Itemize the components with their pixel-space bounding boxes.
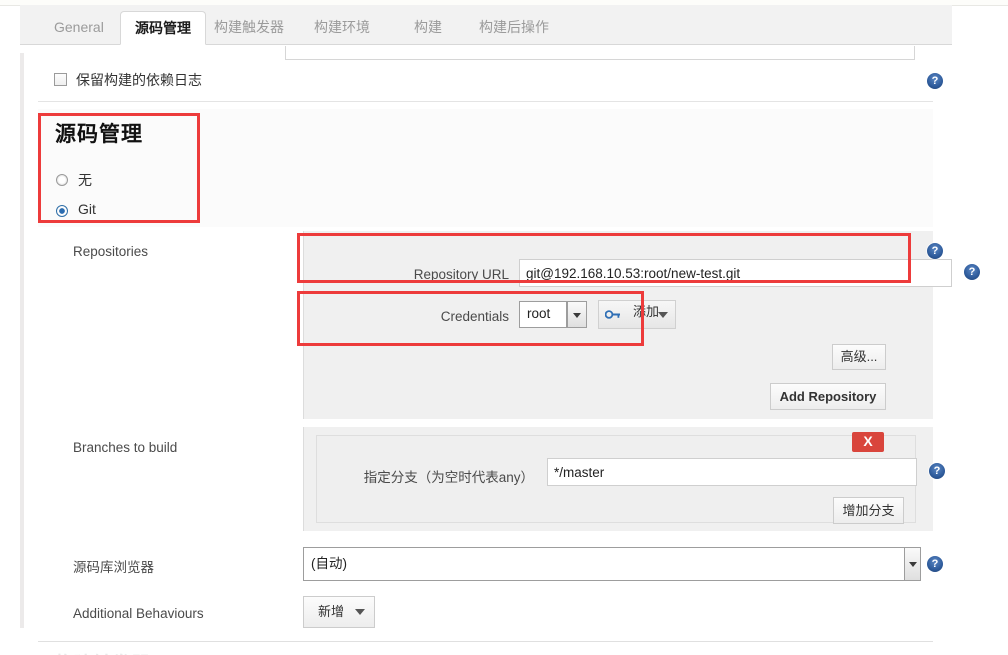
chevron-down-icon[interactable] (658, 312, 668, 318)
tab-post-build-actions[interactable]: 构建后操作 (465, 11, 563, 45)
bottom-separator (38, 641, 933, 642)
help-icon[interactable]: ? (927, 556, 943, 572)
advanced-button[interactable]: 高级... (832, 344, 886, 370)
credentials-label: Credentials (440, 309, 509, 324)
tab-build-triggers[interactable]: 构建触发器 (200, 11, 298, 45)
help-icon[interactable]: ? (927, 73, 943, 89)
repositories-row: Repositories Repository URL ? Credential… (38, 231, 980, 421)
add-credentials-button-label: 添加 (632, 304, 659, 319)
add-branch-button[interactable]: 增加分支 (833, 497, 904, 524)
scm-option-none-label: 无 (78, 172, 92, 188)
keep-dependencies-row: 保留构建的依赖日志 ? (38, 67, 943, 101)
repo-browser-row: 源码库浏览器 (自动) ? (38, 539, 943, 589)
keep-dependencies-label: 保留构建的依赖日志 (76, 72, 202, 88)
repository-url-input[interactable] (519, 259, 952, 287)
jenkins-job-config-page: General 源码管理 构建触发器 构建环境 构建 构建后操作 保留构建的依赖… (0, 0, 1008, 655)
row-separator (38, 101, 933, 102)
branch-specifier-input[interactable] (547, 458, 917, 486)
credentials-select[interactable]: root (519, 301, 567, 328)
help-icon[interactable]: ? (929, 463, 945, 479)
keep-dependencies-checkbox[interactable] (54, 73, 67, 86)
radio-git[interactable] (56, 205, 68, 217)
tab-build-environment[interactable]: 构建环境 (300, 11, 384, 45)
tab-source-code-management[interactable]: 源码管理 (120, 11, 206, 45)
branches-panel: X 指定分支（为空时代表any） ? 增加分支 (303, 427, 945, 531)
help-icon[interactable]: ? (927, 243, 943, 259)
scm-option-git-label: Git (78, 201, 96, 217)
branches-label: Branches to build (73, 440, 178, 455)
branches-row: Branches to build X 指定分支（为空时代表any） ? 增加分… (38, 427, 945, 537)
radio-none[interactable] (56, 174, 68, 186)
repositories-panel: Repository URL ? Credentials root 添加 (303, 231, 980, 419)
credentials-select-arrow[interactable] (567, 301, 587, 328)
truncated-field-above[interactable] (285, 46, 915, 60)
left-vertical-rule (20, 53, 24, 628)
additional-behaviours-row: Additional Behaviours 新增 (38, 593, 933, 639)
tab-build[interactable]: 构建 (400, 11, 456, 45)
repo-browser-label: 源码库浏览器 (73, 560, 154, 575)
help-icon[interactable]: ? (964, 264, 980, 280)
add-credentials-button-wrap[interactable]: 添加 (598, 300, 676, 329)
tab-general[interactable]: General (40, 11, 118, 45)
scm-section-title: 源码管理 (55, 123, 143, 146)
chevron-down-icon[interactable] (355, 609, 365, 615)
key-icon (605, 310, 620, 319)
repositories-label: Repositories (73, 244, 149, 259)
repo-browser-select-arrow[interactable] (904, 547, 921, 581)
delete-branch-button[interactable]: X (852, 432, 884, 452)
repo-browser-select[interactable]: (自动) (303, 547, 921, 581)
add-behaviour-button-wrap[interactable]: 新增 (303, 596, 375, 628)
scm-section: 源码管理 无 Git (38, 109, 933, 227)
truncated-next-section-heading: 构建触发器 (55, 649, 150, 655)
config-content-column: General 源码管理 构建触发器 构建环境 构建 构建后操作 保留构建的依赖… (20, 5, 980, 655)
additional-behaviours-label: Additional Behaviours (73, 606, 204, 621)
add-repository-button[interactable]: Add Repository (770, 383, 886, 410)
config-tab-bar: General 源码管理 构建触发器 构建环境 构建 构建后操作 (20, 5, 952, 45)
repository-url-label: Repository URL (413, 267, 509, 282)
branch-specifier-label: 指定分支（为空时代表any） (363, 470, 534, 485)
